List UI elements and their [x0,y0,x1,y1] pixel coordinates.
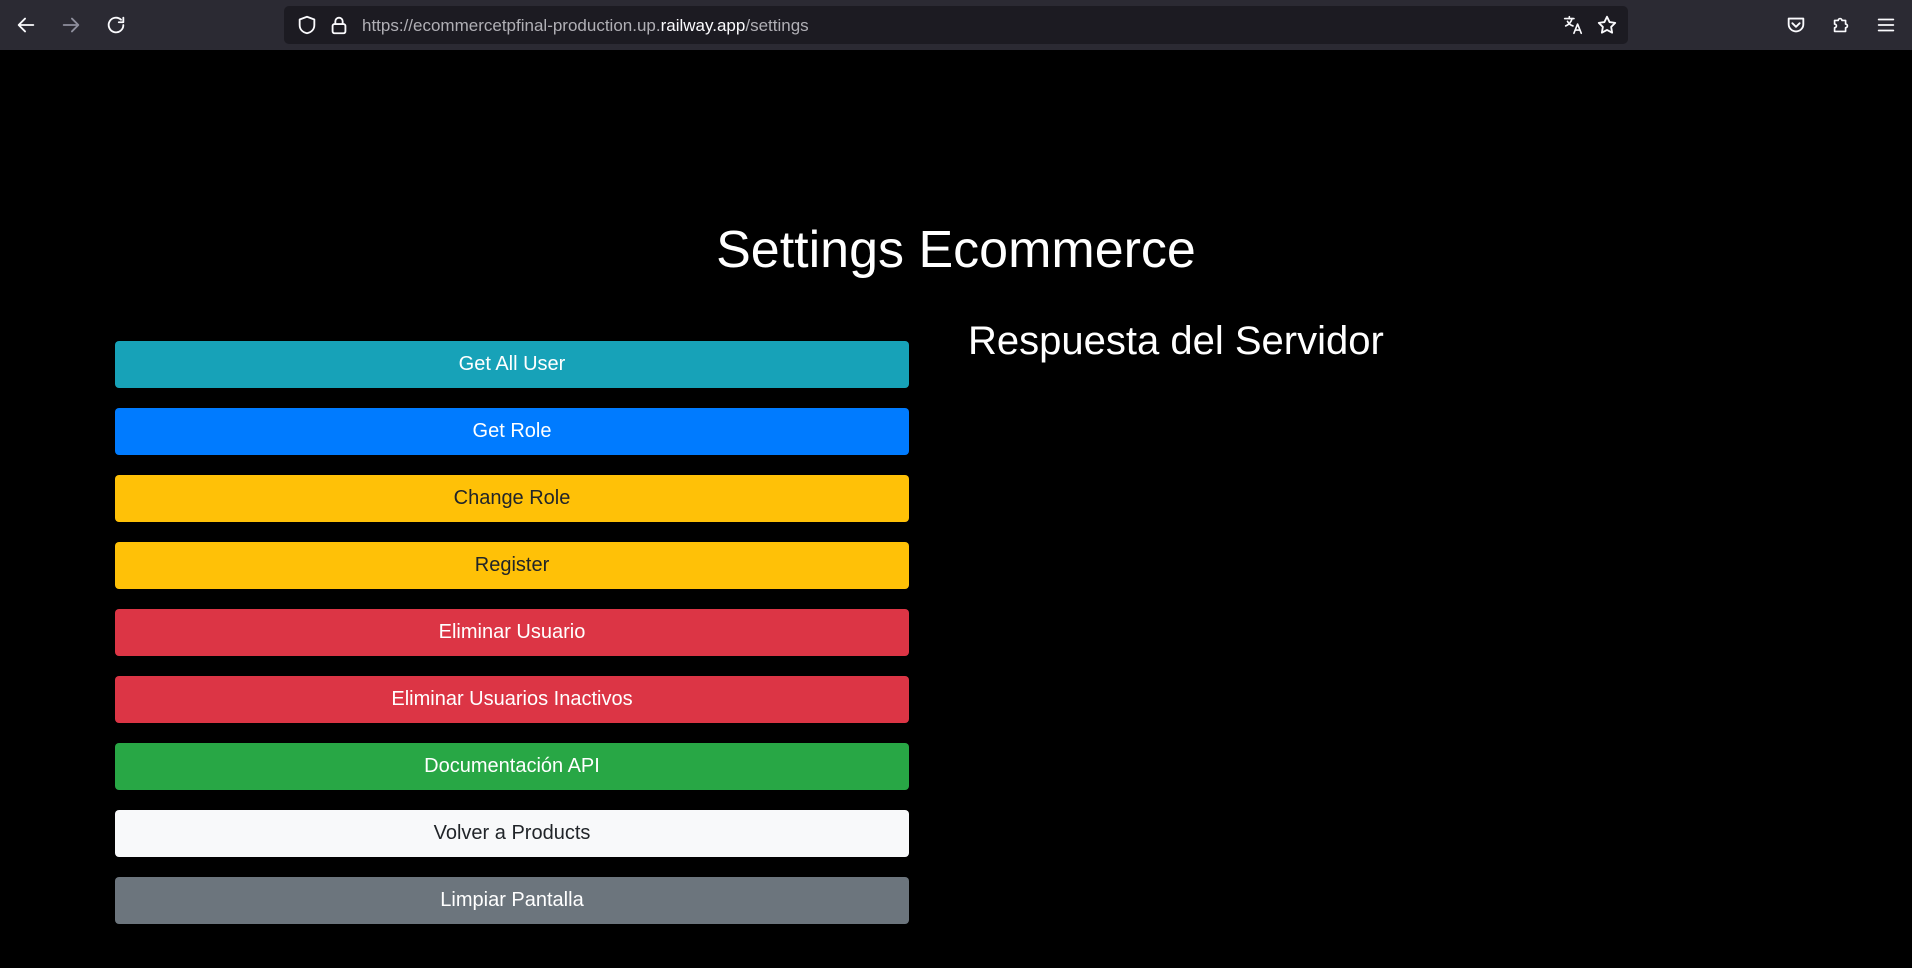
arrow-left-icon [17,17,35,33]
server-response-title: Respuesta del Servidor [968,319,1384,363]
delete-user-button[interactable]: Eliminar Usuario [115,609,909,656]
translate-icon[interactable] [1562,14,1584,36]
url-text[interactable]: https://ecommercetpfinal-production.up.r… [362,6,809,44]
pocket-icon [1787,17,1805,33]
pocket-button[interactable] [1778,7,1814,43]
menu-button[interactable] [1868,7,1904,43]
lock-icon[interactable] [328,14,350,36]
arrow-right-icon [62,17,80,33]
api-docs-button[interactable]: Documentación API [115,743,909,790]
url-path: /settings [745,16,809,35]
extensions-button[interactable] [1823,7,1859,43]
get-all-user-button[interactable]: Get All User [115,341,909,388]
star-icon[interactable] [1596,14,1618,36]
register-button[interactable]: Register [115,542,909,589]
back-to-products-button[interactable]: Volver a Products [115,810,909,857]
action-buttons: Get All User Get Role Change Role Regist… [115,341,909,944]
hamburger-menu-icon [1877,18,1895,32]
shield-icon[interactable] [296,14,318,36]
url-domain: railway.app [660,16,746,35]
reload-button[interactable] [98,7,134,43]
browser-toolbar: https://ecommercetpfinal-production.up.r… [0,0,1912,50]
delete-inactive-users-button[interactable]: Eliminar Usuarios Inactivos [115,676,909,723]
page-title: Settings Ecommerce [716,221,1196,279]
clear-screen-button[interactable]: Limpiar Pantalla [115,877,909,924]
forward-button[interactable] [53,7,89,43]
url-prefix: https://ecommercetpfinal-production.up. [362,16,661,35]
back-button[interactable] [8,7,44,43]
get-role-button[interactable]: Get Role [115,408,909,455]
puzzle-icon [1833,17,1849,33]
change-role-button[interactable]: Change Role [115,475,909,522]
address-bar[interactable]: https://ecommercetpfinal-production.up.r… [284,6,1628,44]
reload-icon [107,16,125,34]
